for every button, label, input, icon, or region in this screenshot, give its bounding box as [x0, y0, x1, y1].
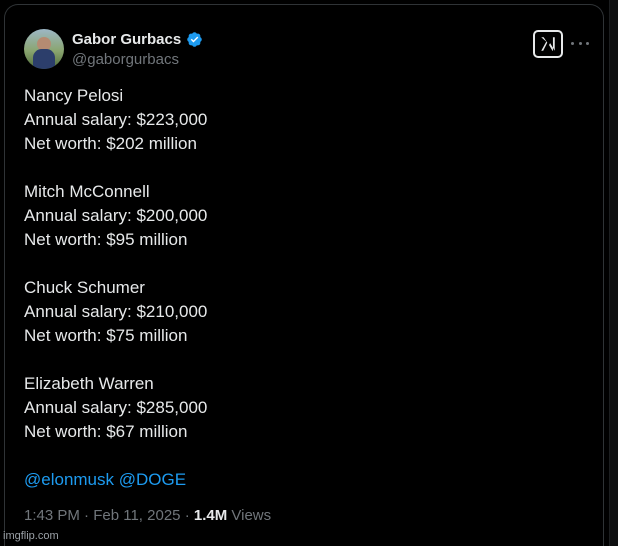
- more-dot: [571, 41, 574, 45]
- avatar[interactable]: [24, 29, 64, 69]
- views-count[interactable]: 1.4M: [194, 507, 227, 524]
- politician-name: Elizabeth Warren: [24, 374, 154, 393]
- more-dot: [578, 41, 582, 45]
- net-worth: Net worth: $95 million: [24, 230, 188, 249]
- mentions: @elonmusk @DOGE: [24, 468, 584, 492]
- tweet-meta: 1:43 PM · Feb 11, 2025 · 1.4M Views: [24, 507, 271, 524]
- annual-salary: Annual salary: $223,000: [24, 110, 208, 129]
- net-worth: Net worth: $75 million: [24, 326, 188, 345]
- author-name-row: Gabor Gurbacs: [72, 31, 203, 48]
- avatar-body: [33, 49, 55, 69]
- net-worth: Net worth: $67 million: [24, 422, 188, 441]
- annual-salary: Annual salary: $285,000: [24, 398, 208, 417]
- annual-salary: Annual salary: $210,000: [24, 302, 208, 321]
- more-dot: [586, 41, 589, 45]
- mention-link[interactable]: @DOGE: [119, 470, 186, 489]
- more-icon[interactable]: [571, 35, 589, 51]
- politician-entry: Nancy Pelosi Annual salary: $223,000 Net…: [24, 84, 584, 156]
- screenshot-frame: Gabor Gurbacs @gaborgurbacs Nancy Pelosi…: [0, 0, 618, 546]
- meta-separator: ·: [84, 507, 90, 524]
- politician-name: Mitch McConnell: [24, 182, 150, 201]
- watermark: imgflip.com: [3, 530, 59, 542]
- politician-entry: Chuck Schumer Annual salary: $210,000 Ne…: [24, 276, 584, 348]
- scrollbar[interactable]: [609, 0, 618, 546]
- tweet-date[interactable]: Feb 11, 2025: [93, 507, 180, 524]
- views-label: Views: [231, 507, 272, 524]
- meta-separator: ·: [184, 507, 190, 524]
- politician-entry: Mitch McConnell Annual salary: $200,000 …: [24, 180, 584, 252]
- tweet-time[interactable]: 1:43 PM: [24, 507, 80, 524]
- verified-badge-icon: [186, 31, 203, 48]
- annual-salary: Annual salary: $200,000: [24, 206, 208, 225]
- politician-entry: Elizabeth Warren Annual salary: $285,000…: [24, 372, 584, 444]
- mention-link[interactable]: @elonmusk: [24, 470, 114, 489]
- author-handle[interactable]: @gaborgurbacs: [72, 51, 179, 68]
- author-display-name[interactable]: Gabor Gurbacs: [72, 31, 181, 48]
- politician-name: Chuck Schumer: [24, 278, 145, 297]
- net-worth: Net worth: $202 million: [24, 134, 197, 153]
- x-logo-icon[interactable]: [533, 30, 563, 58]
- politician-name: Nancy Pelosi: [24, 86, 124, 105]
- tweet-text: Nancy Pelosi Annual salary: $223,000 Net…: [24, 84, 584, 492]
